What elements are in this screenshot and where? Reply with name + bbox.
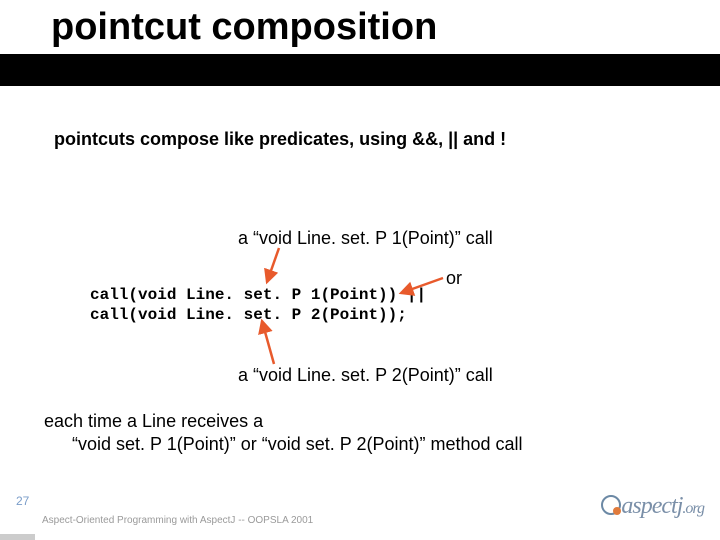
footer-bar <box>0 534 35 540</box>
annotation-or: or <box>446 268 462 289</box>
intro-text: pointcuts compose like predicates, using… <box>54 128 674 151</box>
description-line-1: each time a Line receives a <box>44 410 523 433</box>
logo-icon <box>601 495 621 515</box>
description: each time a Line receives a “void set. P… <box>44 410 523 457</box>
footer-text: Aspect-Oriented Programming with AspectJ… <box>42 515 313 526</box>
title-black-band <box>0 54 720 86</box>
description-line-2: “void set. P 1(Point)” or “void set. P 2… <box>72 433 523 456</box>
annotation-setp2: a “void Line. set. P 2(Point)” call <box>238 365 493 386</box>
arrow-bottom-up <box>258 318 288 368</box>
logo: aspectj.org <box>601 493 704 520</box>
arrow-top-down <box>265 248 295 288</box>
code-line-2: call(void Line. set. P 2(Point)); <box>90 306 407 324</box>
code-line-1: call(void Line. set. P 1(Point)) || <box>90 286 426 304</box>
slide-number: 27 <box>16 494 29 508</box>
arrow-or-left <box>397 268 447 298</box>
slide-title: pointcut composition <box>51 8 437 48</box>
annotation-setp1: a “void Line. set. P 1(Point)” call <box>238 228 493 249</box>
